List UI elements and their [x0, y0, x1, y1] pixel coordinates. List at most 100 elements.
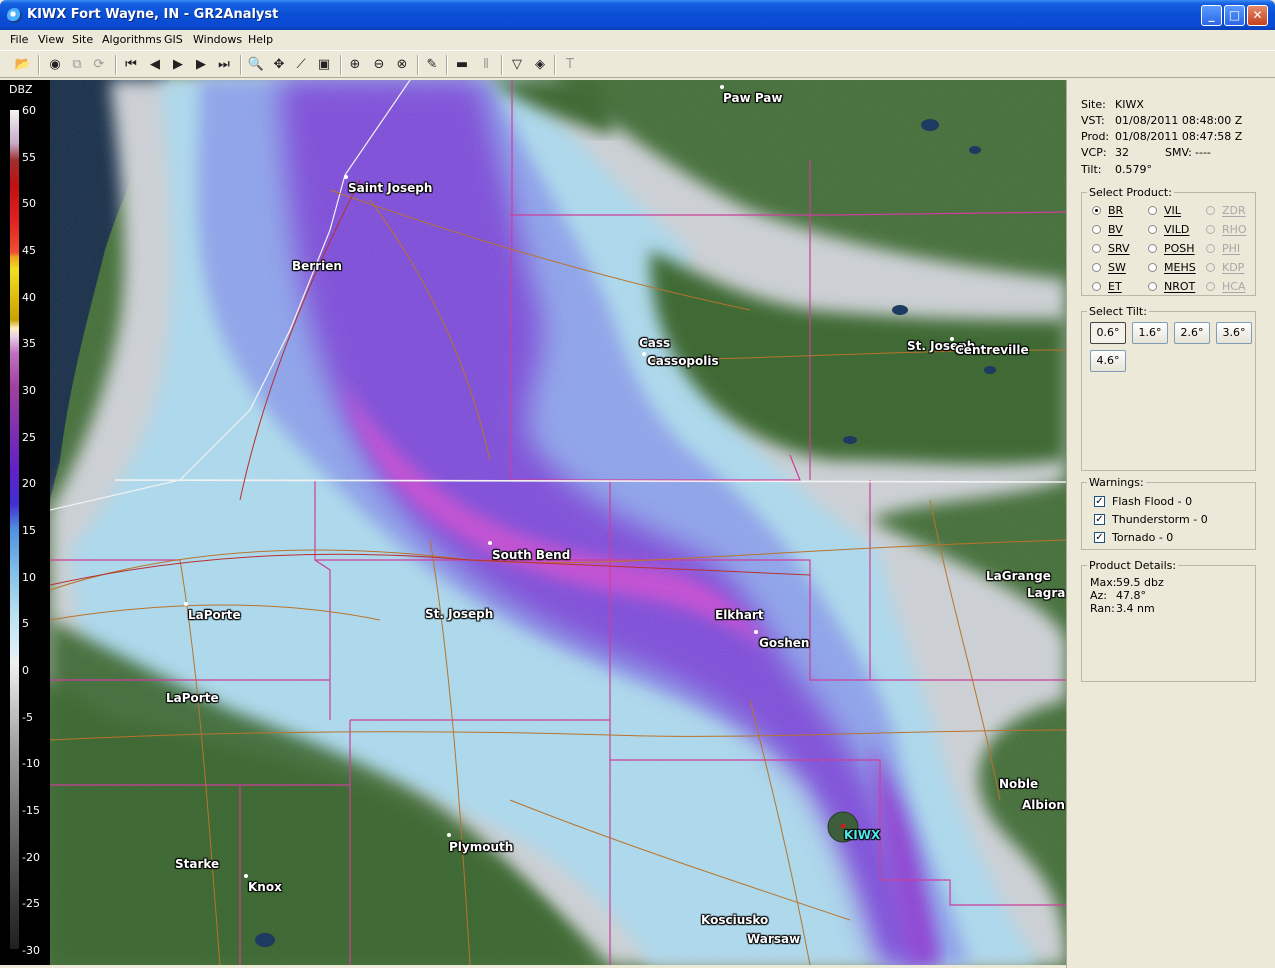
product-label-zdr: ZDR: [1222, 204, 1246, 217]
city-label: Noble: [999, 777, 1039, 791]
pan-icon[interactable]: ✥: [270, 56, 288, 74]
product-radio-et[interactable]: [1092, 282, 1101, 291]
scale-tick-label: -20: [22, 850, 40, 864]
menu-file[interactable]: File: [10, 33, 28, 46]
tilt-button[interactable]: 2.6°: [1174, 322, 1210, 344]
text-icon[interactable]: T: [561, 56, 579, 74]
minimize-button[interactable]: _: [1201, 5, 1222, 26]
city-label: Lagra: [1027, 586, 1066, 600]
ran-label: Ran:: [1090, 602, 1115, 615]
product-label-mehs[interactable]: MEHS: [1164, 261, 1196, 274]
product-label-vild[interactable]: VILD: [1164, 223, 1189, 236]
open-icon[interactable]: 📂: [14, 56, 32, 74]
product-label-hca: HCA: [1222, 280, 1246, 293]
city-label: St. Joseph: [425, 607, 494, 621]
city-label: Cassopolis: [647, 354, 719, 368]
menu-windows[interactable]: Windows: [193, 33, 242, 46]
tilt-button[interactable]: 4.6°: [1090, 350, 1126, 372]
zoom-icon[interactable]: 🔍: [247, 56, 265, 74]
product-label-br[interactable]: BR: [1108, 204, 1123, 217]
radar-site-label[interactable]: KIWX: [844, 828, 880, 842]
diamond-icon[interactable]: ◈: [531, 56, 549, 74]
next-frame-icon[interactable]: ▶: [192, 56, 210, 74]
title-bar[interactable]: KIWX Fort Wayne, IN - GR2Analyst _ □ ✕: [0, 0, 1275, 30]
zoom-out-icon[interactable]: ⊖: [370, 56, 388, 74]
tilt-value: 0.579°: [1115, 163, 1152, 176]
bar-icon[interactable]: ▬: [453, 56, 471, 74]
play-icon[interactable]: ▶: [169, 56, 187, 74]
vcp-value: 32: [1115, 146, 1129, 159]
product-label-bv[interactable]: BV: [1108, 223, 1123, 236]
city-label: Paw Paw: [723, 91, 783, 105]
product-label-kdp: KDP: [1222, 261, 1245, 274]
zoom-in-icon[interactable]: ⊕: [346, 56, 364, 74]
product-radio-nrot[interactable]: [1148, 282, 1157, 291]
maximize-button[interactable]: □: [1224, 5, 1245, 26]
last-frame-icon[interactable]: ⏭: [215, 56, 233, 74]
tornado-checkbox[interactable]: ✓: [1094, 532, 1105, 543]
scale-tick-label: 45: [22, 244, 36, 257]
menu-gis[interactable]: GIS: [164, 33, 183, 46]
scale-tick-label: 0: [22, 664, 29, 677]
split-icon[interactable]: ⫴: [477, 56, 495, 74]
zoom-reset-icon[interactable]: ⊗: [393, 56, 411, 74]
tilt-button[interactable]: 0.6°: [1090, 322, 1126, 344]
filter-icon[interactable]: ▽: [508, 56, 526, 74]
window-title: KIWX Fort Wayne, IN - GR2Analyst: [27, 7, 279, 22]
menu-site[interactable]: Site: [72, 33, 93, 46]
flash-flood-checkbox[interactable]: ✓: [1094, 496, 1105, 507]
product-details-group: Product Details: Max: 59.5 dbz Az: 47.8°…: [1081, 559, 1256, 682]
product-radio-br[interactable]: [1092, 206, 1101, 215]
city-label: Knox: [248, 880, 282, 894]
side-panel: Site: KIWX VST: 01/08/2011 08:48:00 Z Pr…: [1066, 80, 1275, 968]
ran-value: 3.4 nm: [1116, 602, 1155, 615]
measure-icon[interactable]: ⟋: [292, 56, 310, 74]
menu-view[interactable]: View: [38, 33, 64, 46]
city-label: Cass: [639, 336, 671, 350]
menu-help[interactable]: Help: [248, 33, 273, 46]
globe-icon[interactable]: ◉: [46, 56, 64, 74]
close-button[interactable]: ✕: [1247, 5, 1268, 26]
prod-value: 01/08/2011 08:47:58 Z: [1115, 130, 1243, 143]
refresh-icon[interactable]: ⟳: [90, 56, 108, 74]
radar-map[interactable]: Paw Paw Saint Joseph Berrien Cass Cassop…: [50, 80, 1066, 965]
product-label-rho: RHO: [1222, 223, 1247, 236]
product-details-title: Product Details:: [1087, 559, 1179, 572]
product-radio-vild[interactable]: [1148, 225, 1157, 234]
tilt-label: Tilt:: [1081, 163, 1102, 176]
copy-icon[interactable]: ⧉: [68, 56, 86, 74]
product-radio-vil[interactable]: [1148, 206, 1157, 215]
city-label: Saint Joseph: [348, 181, 433, 195]
smv-value: ----: [1195, 146, 1211, 159]
city-label: Berrien: [292, 259, 342, 273]
brush-icon[interactable]: ✎: [423, 56, 441, 74]
product-label-phi: PHI: [1222, 242, 1241, 255]
scale-tick-label: 55: [22, 150, 36, 164]
first-frame-icon[interactable]: ⏮: [122, 56, 140, 74]
scale-tick-label: 10: [22, 570, 36, 584]
app-icon[interactable]: [7, 8, 22, 23]
product-label-nrot[interactable]: NROT: [1164, 280, 1195, 293]
prev-frame-icon[interactable]: ◀: [146, 56, 164, 74]
menu-bar: File View Site Algorithms GIS Windows He…: [0, 30, 1275, 50]
product-radio-posh[interactable]: [1148, 244, 1157, 253]
product-radio-mehs[interactable]: [1148, 263, 1157, 272]
scale-tick-label: 30: [22, 384, 36, 397]
menu-algorithms[interactable]: Algorithms: [102, 33, 162, 46]
product-radio-srv[interactable]: [1092, 244, 1101, 253]
product-label-sw[interactable]: SW: [1108, 261, 1126, 274]
product-label-posh[interactable]: POSH: [1164, 242, 1195, 255]
tilt-button[interactable]: 3.6°: [1216, 322, 1252, 344]
product-label-vil[interactable]: VIL: [1164, 204, 1181, 217]
layers-icon[interactable]: ▣: [315, 56, 333, 74]
prod-label: Prod:: [1081, 130, 1110, 143]
product-label-et[interactable]: ET: [1108, 280, 1122, 293]
product-radio-sw[interactable]: [1092, 263, 1101, 272]
product-radio-zdr: [1206, 206, 1215, 215]
thunderstorm-checkbox[interactable]: ✓: [1094, 514, 1105, 525]
tilt-button[interactable]: 1.6°: [1132, 322, 1168, 344]
city-label: Goshen: [759, 636, 810, 650]
product-radio-hca: [1206, 282, 1215, 291]
product-label-srv[interactable]: SRV: [1108, 242, 1130, 255]
product-radio-bv[interactable]: [1092, 225, 1101, 234]
